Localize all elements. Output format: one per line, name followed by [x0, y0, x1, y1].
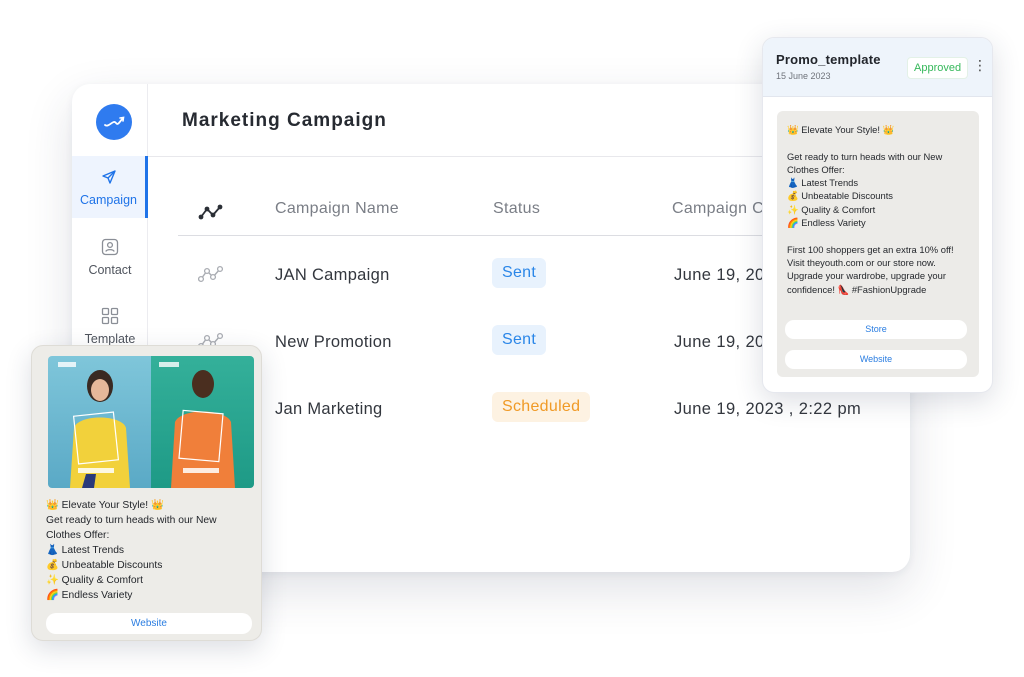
- campaign-name: Jan Marketing: [275, 400, 383, 418]
- image-message-card[interactable]: 👑 Elevate Your Style! 👑 Get ready to tur…: [31, 345, 262, 641]
- template-date: 15 June 2023: [776, 71, 831, 81]
- campaign-date: June 19, 202: [674, 266, 775, 284]
- brand-logo[interactable]: [96, 104, 132, 140]
- campaign-date: June 19, 202: [674, 333, 775, 351]
- sidebar-item-label: Campaign: [80, 193, 137, 207]
- campaign-date: June 19, 2023 , 2:22 pm: [674, 400, 862, 418]
- model-photo-left: [48, 356, 151, 488]
- message-bubble: 👑 Elevate Your Style! 👑 Get ready to tur…: [777, 111, 979, 377]
- grid-icon: [100, 306, 120, 326]
- model-photo-right: [151, 356, 254, 488]
- template-name: Promo_template: [776, 52, 881, 67]
- analytics-icon[interactable]: [198, 202, 224, 227]
- status-badge: Sent: [492, 325, 547, 355]
- promo-image: [48, 356, 254, 488]
- status-badge: Sent: [492, 258, 547, 288]
- sidebar-item-campaign[interactable]: Campaign: [72, 156, 148, 218]
- column-header-campaign-date[interactable]: Campaign C: [672, 200, 764, 218]
- column-header-status[interactable]: Status: [493, 200, 540, 218]
- status-badge: Scheduled: [492, 392, 591, 422]
- message-text: 👑 Elevate Your Style! 👑 Get ready to tur…: [787, 124, 954, 295]
- logo-swoosh-icon: [104, 116, 125, 127]
- template-header: Promo_template 15 June 2023 Approved ⋮: [763, 38, 992, 97]
- store-button[interactable]: Store: [785, 320, 967, 339]
- analytics-icon: [197, 264, 224, 284]
- approved-badge: Approved: [907, 57, 969, 79]
- campaign-name: JAN Campaign: [275, 266, 390, 284]
- sidebar-item-label: Template: [84, 332, 136, 346]
- promo-template-card[interactable]: Promo_template 15 June 2023 Approved ⋮ 👑…: [762, 37, 993, 393]
- campaign-name: New Promotion: [275, 333, 392, 351]
- more-options-icon[interactable]: ⋮: [973, 58, 987, 72]
- website-button[interactable]: Website: [785, 350, 967, 369]
- website-button[interactable]: Website: [46, 613, 252, 634]
- message-text: 👑 Elevate Your Style! 👑 Get ready to tur…: [46, 500, 217, 601]
- send-icon: [99, 167, 119, 187]
- column-header-campaign-name[interactable]: Campaign Name: [275, 200, 399, 218]
- sidebar-item-contact[interactable]: Contact: [72, 226, 148, 288]
- page-title: Marketing Campaign: [182, 110, 387, 131]
- contact-icon: [100, 237, 120, 257]
- sidebar-item-label: Contact: [88, 263, 132, 277]
